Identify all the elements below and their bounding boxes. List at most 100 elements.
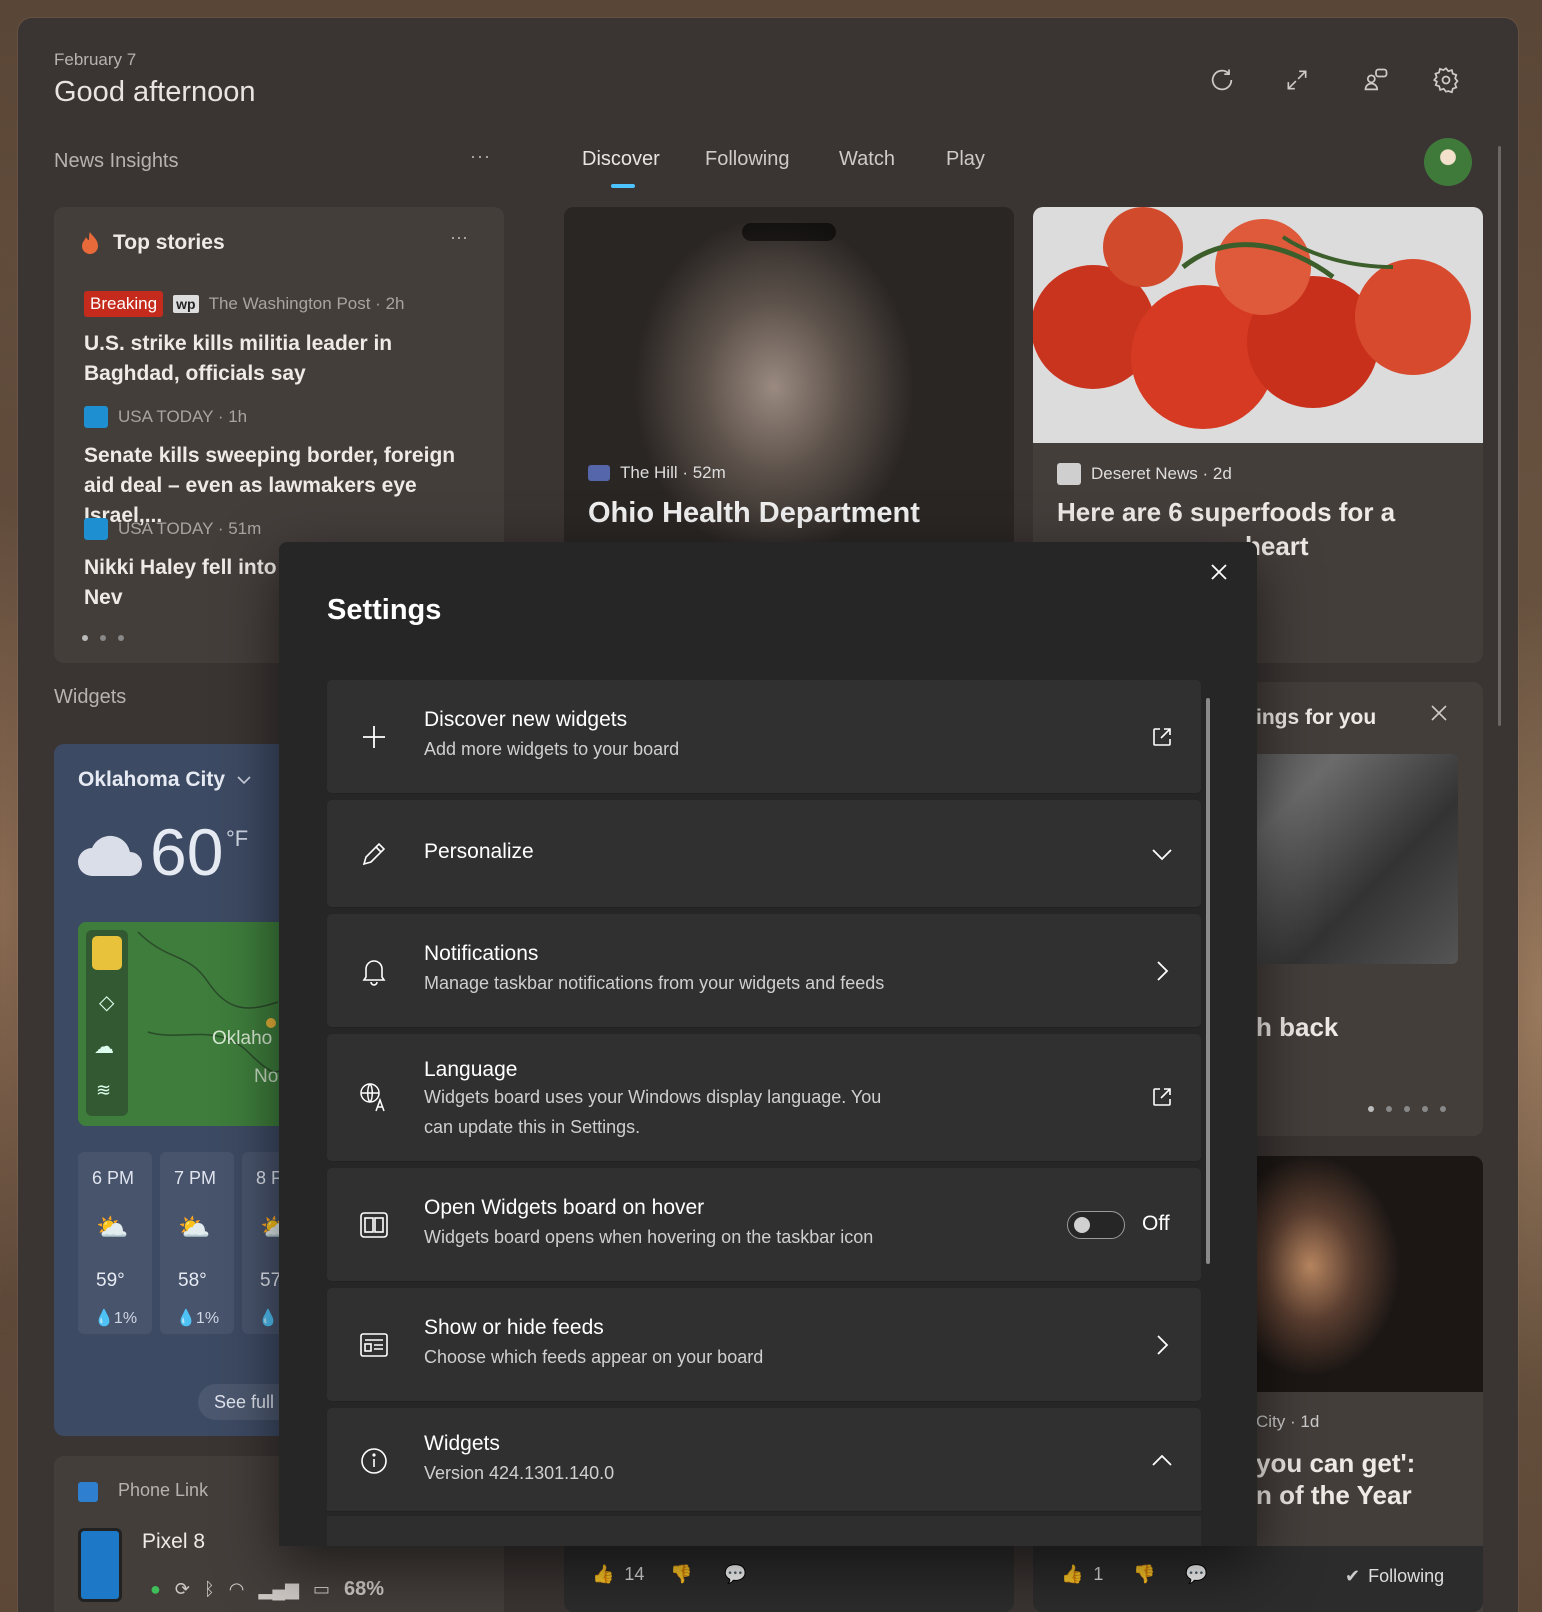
board-scrollbar[interactable] bbox=[1498, 146, 1501, 726]
partly-cloudy-night-icon: ⛅ bbox=[178, 1212, 211, 1242]
wind-icon[interactable]: ≋ bbox=[96, 1080, 111, 1101]
thumbs-down-icon[interactable]: 👎 bbox=[670, 1564, 692, 1585]
story-title[interactable]: Here are 6 superfoods for a bbox=[1057, 497, 1395, 528]
deseret-news-logo bbox=[1057, 463, 1081, 485]
widgets-board-icon bbox=[357, 1208, 391, 1242]
story-title[interactable]: h back bbox=[1256, 1012, 1338, 1043]
story-source: Deseret News · 2d bbox=[1057, 463, 1232, 485]
language-icon bbox=[357, 1080, 391, 1114]
thermometer-icon[interactable] bbox=[92, 936, 122, 970]
usa-today-logo bbox=[84, 518, 108, 540]
story-title[interactable]: Ohio Health Department bbox=[588, 497, 920, 530]
chevron-right-icon bbox=[1145, 1328, 1179, 1362]
phone-status-row: ● ⟳ ᛒ ◠ ▂▄▆ ▭ 68% bbox=[150, 1578, 384, 1601]
about-widgets-row[interactable]: Widgets Version 424.1301.140.0 bbox=[327, 1408, 1201, 1512]
refresh-icon[interactable] bbox=[1204, 62, 1240, 98]
feeds-icon bbox=[357, 1328, 391, 1362]
expand-icon[interactable] bbox=[1279, 62, 1315, 98]
row-subtitle: Choose which feeds appear on your board bbox=[424, 1347, 764, 1367]
tab-active-indicator bbox=[611, 184, 635, 188]
story-title[interactable]: you can get': bbox=[1256, 1448, 1415, 1479]
plus-icon bbox=[357, 720, 391, 754]
toggle-state-label: Off bbox=[1142, 1212, 1170, 1235]
widgets-section-title: Widgets bbox=[54, 686, 127, 708]
notifications-row[interactable]: Notifications Manage taskbar notificatio… bbox=[327, 914, 1201, 1028]
temperature-unit[interactable]: °F bbox=[226, 826, 248, 852]
story-source-text: Deseret News · 2d bbox=[1091, 464, 1232, 483]
hour-temp: 59° bbox=[96, 1270, 125, 1291]
row-subtitle: Version 424.1301.140.0 bbox=[424, 1463, 615, 1483]
sync-icon: ⟳ bbox=[174, 1579, 190, 1599]
hourly-forecast-item[interactable]: 6 PM ⛅ 59° 💧1% bbox=[78, 1152, 152, 1334]
discover-widgets-row[interactable]: Discover new widgets Add more widgets to… bbox=[327, 680, 1201, 794]
top-stories-more-icon[interactable]: ··· bbox=[450, 227, 468, 248]
current-temperature: 60 bbox=[150, 815, 224, 889]
settings-scrollbar[interactable] bbox=[1206, 698, 1210, 1264]
people-icon[interactable] bbox=[1358, 62, 1394, 98]
show-hide-feeds-row[interactable]: Show or hide feeds Choose which feeds ap… bbox=[327, 1288, 1201, 1402]
map-city-label: No bbox=[254, 1066, 279, 1087]
usa-today-logo bbox=[84, 406, 108, 428]
phone-device-image bbox=[78, 1528, 122, 1602]
row-title: Language bbox=[424, 1058, 518, 1081]
pager-dots[interactable] bbox=[82, 635, 124, 641]
flame-icon bbox=[80, 231, 100, 255]
comment-icon[interactable]: 💬 bbox=[1185, 1564, 1207, 1585]
settings-gear-icon[interactable] bbox=[1428, 62, 1464, 98]
tab-watch[interactable]: Watch bbox=[839, 148, 895, 171]
thumbs-down-icon[interactable]: 👎 bbox=[1133, 1564, 1155, 1585]
close-icon[interactable] bbox=[1199, 552, 1239, 592]
map-city-label: Oklaho bbox=[212, 1028, 273, 1049]
open-on-hover-row: Open Widgets board on hover Widgets boar… bbox=[327, 1168, 1201, 1282]
story-source-text: USA TODAY · 1h bbox=[118, 407, 248, 426]
close-icon[interactable] bbox=[1428, 702, 1450, 724]
hour-temp: 58° bbox=[178, 1270, 207, 1291]
tab-play[interactable]: Play bbox=[946, 148, 985, 171]
hour-temp: 57 bbox=[260, 1270, 282, 1291]
settings-dialog: Settings Discover new widgets Add more w… bbox=[279, 542, 1257, 1546]
tomatoes-image bbox=[1033, 207, 1483, 443]
personalize-row[interactable]: Personalize bbox=[327, 800, 1201, 908]
story-source: USA TODAY · 51m bbox=[84, 518, 261, 540]
hour-label: 7 PM bbox=[174, 1168, 217, 1188]
story-source: USA TODAY · 1h bbox=[84, 406, 247, 428]
more-options-icon[interactable]: ··· bbox=[470, 146, 491, 167]
greeting: Good afternoon bbox=[54, 76, 256, 108]
pager-dots[interactable] bbox=[1368, 1106, 1446, 1112]
tab-discover[interactable]: Discover bbox=[582, 148, 660, 171]
card-reaction-bar: 👍 14 👎 💬 bbox=[564, 1546, 1014, 1612]
open-external-icon bbox=[1145, 720, 1179, 754]
comment-icon[interactable]: 💬 bbox=[724, 1564, 746, 1585]
tab-following[interactable]: Following bbox=[705, 148, 789, 171]
hover-toggle-switch[interactable] bbox=[1067, 1211, 1125, 1239]
hour-precip: 💧1% bbox=[94, 1310, 138, 1327]
cloud-icon bbox=[76, 832, 146, 878]
row-subtitle: Manage taskbar notifications from your w… bbox=[424, 973, 885, 993]
the-hill-logo bbox=[588, 465, 610, 481]
carousel-dots[interactable] bbox=[742, 223, 836, 241]
weather-location[interactable]: Oklahoma City bbox=[78, 768, 251, 792]
like-button[interactable]: 👍 14 bbox=[592, 1564, 644, 1585]
language-row[interactable]: Language Widgets board uses your Windows… bbox=[327, 1034, 1201, 1162]
location-pin bbox=[266, 1018, 276, 1028]
phone-link-title: Phone Link bbox=[118, 1480, 209, 1500]
like-button[interactable]: 👍 1 bbox=[1061, 1564, 1103, 1585]
story-title[interactable]: U.S. strike kills militia leader in Bagh… bbox=[84, 329, 484, 389]
partly-cloudy-icon: ⛅ bbox=[96, 1212, 129, 1242]
hour-precip: 💧1% bbox=[176, 1310, 220, 1327]
following-badge[interactable]: ✔ Following bbox=[1345, 1566, 1444, 1587]
row-subtitle: Widgets board uses your Windows display … bbox=[424, 1087, 882, 1137]
row-subtitle: Widgets board opens when hovering on the… bbox=[424, 1227, 874, 1247]
story-source-text: USA TODAY · 51m bbox=[118, 519, 262, 538]
weather-location-label: Oklahoma City bbox=[78, 768, 226, 791]
info-icon bbox=[357, 1444, 391, 1478]
connected-check-icon: ● bbox=[150, 1579, 161, 1599]
hourly-forecast-item[interactable]: 7 PM ⛅ 58° 💧1% bbox=[160, 1152, 234, 1334]
breaking-badge: Breaking bbox=[84, 291, 164, 317]
hour-label: 6 PM bbox=[92, 1168, 135, 1188]
cloud-layer-icon[interactable]: ☁ bbox=[94, 1034, 114, 1059]
profile-avatar[interactable] bbox=[1424, 138, 1472, 186]
precipitation-icon[interactable]: ◇ bbox=[99, 990, 114, 1015]
chevron-right-icon bbox=[1145, 954, 1179, 988]
row-title: Notifications bbox=[424, 942, 539, 965]
